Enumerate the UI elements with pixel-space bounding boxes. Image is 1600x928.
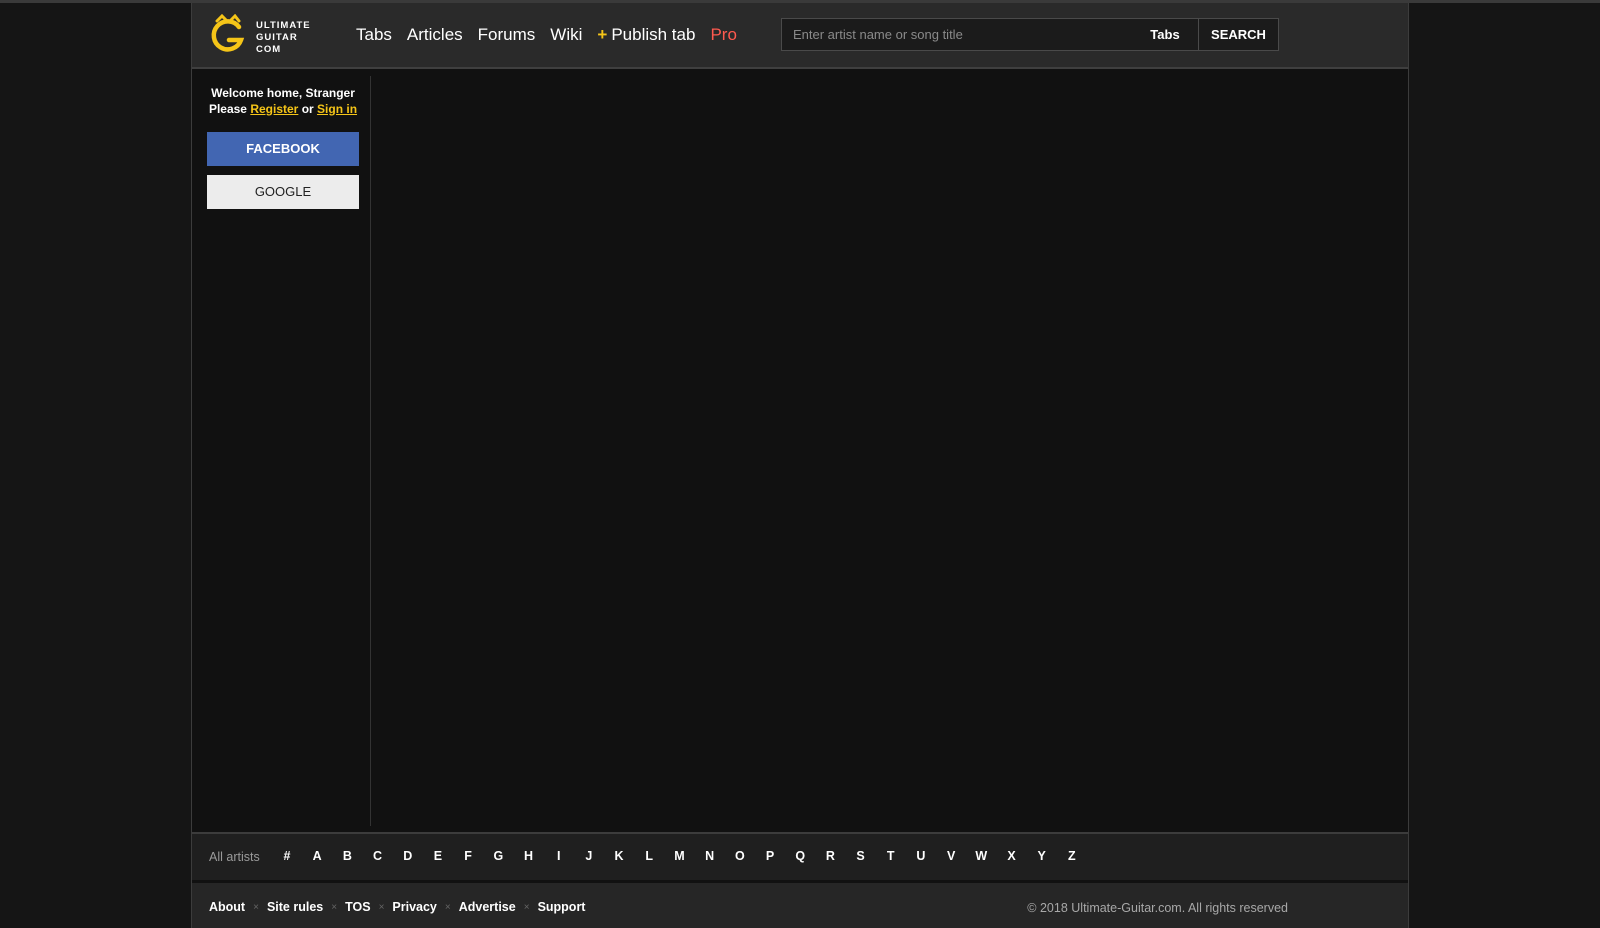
- artist-letter-v[interactable]: V: [944, 849, 958, 863]
- footer-link-privacy[interactable]: Privacy: [392, 900, 436, 914]
- please-text: Please: [208, 101, 247, 116]
- ug-logo-icon: [211, 14, 245, 52]
- logo-wordmark: ULTIMATE GUITAR COM: [256, 20, 311, 56]
- nav-publish-tab[interactable]: + Publish tab: [597, 25, 695, 45]
- artist-letter-r[interactable]: R: [823, 849, 837, 863]
- sign-in-link[interactable]: Sign in: [317, 102, 357, 116]
- artist-letter-q[interactable]: Q: [793, 849, 807, 863]
- facebook-login-button[interactable]: FACEBOOK: [207, 132, 359, 166]
- artist-letter-o[interactable]: O: [733, 849, 747, 863]
- footer-link-advertise[interactable]: Advertise: [459, 900, 516, 914]
- artist-letter-u[interactable]: U: [914, 849, 928, 863]
- plus-icon: +: [597, 25, 608, 44]
- artist-letter-g[interactable]: G: [491, 849, 505, 863]
- nav-tabs[interactable]: Tabs: [356, 25, 392, 45]
- artist-letter-e[interactable]: E: [431, 849, 445, 863]
- logo-line: COM: [256, 44, 282, 55]
- artist-letter-h[interactable]: H: [522, 849, 536, 863]
- search-input[interactable]: [782, 19, 1132, 50]
- artist-letter-z[interactable]: Z: [1065, 849, 1079, 863]
- footer-link-site-rules[interactable]: Site rules: [267, 900, 323, 914]
- logo-line: GUITAR: [256, 32, 298, 43]
- artist-letter-i[interactable]: I: [552, 849, 566, 863]
- nav-forums[interactable]: Forums: [478, 25, 536, 45]
- search-button[interactable]: SEARCH: [1198, 19, 1278, 50]
- artist-letter-l[interactable]: L: [642, 849, 656, 863]
- site-logo[interactable]: ULTIMATE GUITAR COM: [208, 13, 328, 59]
- artist-letter-x[interactable]: X: [1005, 849, 1019, 863]
- nav-pro[interactable]: Pro: [710, 25, 736, 45]
- search-type-select[interactable]: Tabs: [1132, 19, 1198, 50]
- artist-letter-k[interactable]: K: [612, 849, 626, 863]
- search-bar: Tabs SEARCH: [781, 18, 1279, 51]
- artist-letter-t[interactable]: T: [884, 849, 898, 863]
- nav-publish-label: Publish tab: [611, 25, 696, 44]
- artist-letter-j[interactable]: J: [582, 849, 596, 863]
- site-header: ULTIMATE GUITAR COM Tabs Articles Forums…: [192, 3, 1408, 69]
- artist-letter-w[interactable]: W: [974, 849, 988, 863]
- or-text: or: [301, 101, 314, 116]
- copyright-text: © 2018 Ultimate-Guitar.com. All rights r…: [1027, 901, 1288, 915]
- footer-link-tos[interactable]: TOS: [345, 900, 370, 914]
- nav-articles[interactable]: Articles: [407, 25, 463, 45]
- main-nav: Tabs Articles Forums Wiki + Publish tab P…: [356, 23, 752, 47]
- google-login-button[interactable]: GOOGLE: [207, 175, 359, 209]
- artist-letter-a[interactable]: A: [310, 849, 324, 863]
- sidebar: Welcome home, Stranger Please Register o…: [192, 76, 371, 826]
- footer-links: About × Site rules × TOS × Privacy × Adv…: [209, 900, 585, 914]
- page-container: ULTIMATE GUITAR COM Tabs Articles Forums…: [191, 3, 1409, 928]
- footer-separator: ×: [378, 901, 385, 913]
- footer-separator: ×: [523, 901, 530, 913]
- artist-letter-p[interactable]: P: [763, 849, 777, 863]
- artist-letter-m[interactable]: M: [672, 849, 686, 863]
- artist-letter-s[interactable]: S: [854, 849, 868, 863]
- artists-index-bar: All artists # A B C D E F G H I J K L M …: [192, 832, 1408, 880]
- artist-letter-n[interactable]: N: [703, 849, 717, 863]
- main-content: [371, 69, 1408, 834]
- register-link[interactable]: Register: [250, 102, 298, 116]
- welcome-message: Welcome home, Stranger Please Register o…: [207, 86, 359, 117]
- welcome-text: Welcome home, Stranger: [211, 86, 355, 100]
- artist-letters: # A B C D E F G H I J K L M N O P Q R S …: [280, 849, 1095, 863]
- nav-wiki[interactable]: Wiki: [550, 25, 582, 45]
- auth-prompt: Please Register or Sign in: [207, 102, 359, 118]
- footer-separator: ×: [331, 901, 338, 913]
- all-artists-label[interactable]: All artists: [209, 850, 260, 864]
- artist-letter-b[interactable]: B: [340, 849, 354, 863]
- logo-line: ULTIMATE: [256, 20, 311, 31]
- artist-letter-hash[interactable]: #: [280, 849, 294, 863]
- footer-separator: ×: [253, 901, 259, 913]
- artist-letter-d[interactable]: D: [401, 849, 415, 863]
- footer-separator: ×: [444, 901, 451, 913]
- footer-link-about[interactable]: About: [209, 900, 245, 914]
- artist-letter-f[interactable]: F: [461, 849, 475, 863]
- footer-link-support[interactable]: Support: [538, 900, 586, 914]
- artist-letter-y[interactable]: Y: [1035, 849, 1049, 863]
- artist-letter-c[interactable]: C: [371, 849, 385, 863]
- site-footer: About × Site rules × TOS × Privacy × Adv…: [192, 883, 1408, 928]
